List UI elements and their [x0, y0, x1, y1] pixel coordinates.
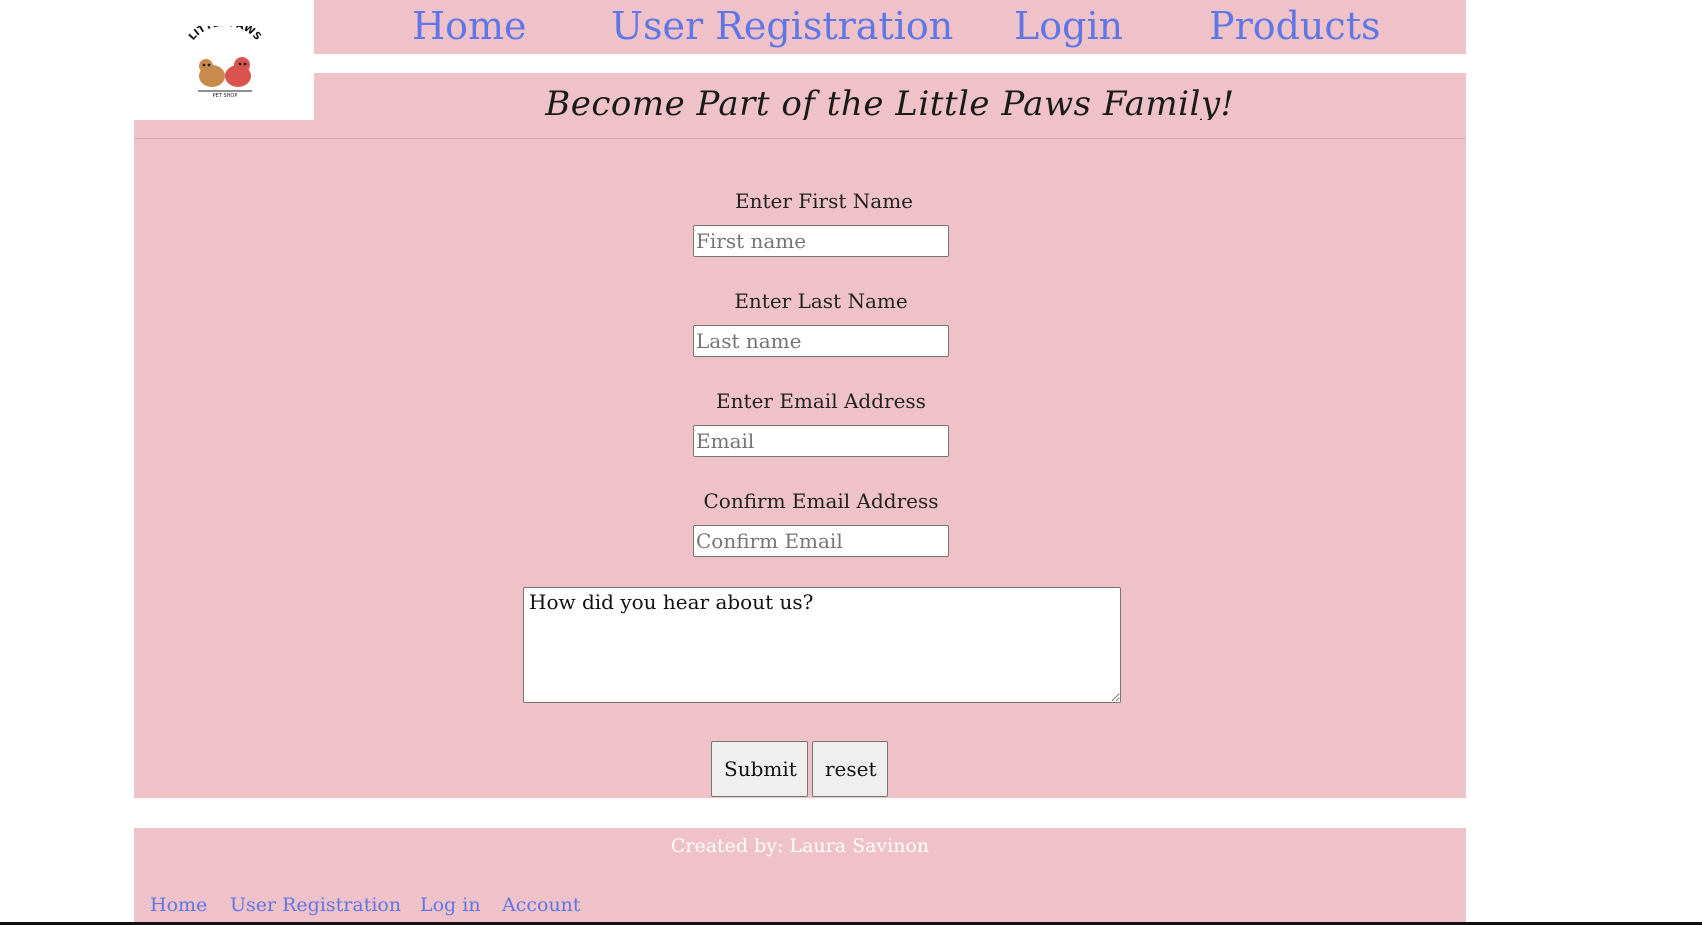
confirm-email-input[interactable]	[693, 525, 949, 557]
svg-text:LITTLE PAWS: LITTLE PAWS	[187, 26, 263, 43]
registration-panel: Enter First Name Enter Last Name Enter E…	[134, 120, 1466, 798]
footer: Created by: Laura Savinon Home User Regi…	[134, 828, 1466, 925]
logo[interactable]: LITTLE PAWS PET SHOP	[134, 0, 314, 120]
how-did-you-hear-textarea[interactable]: How did you hear about us?	[523, 587, 1121, 703]
email-label: Enter Email Address	[716, 389, 926, 413]
nav-login-link[interactable]: Login	[1014, 2, 1123, 50]
confirm-email-label: Confirm Email Address	[703, 489, 939, 513]
svg-text:PET SHOP: PET SHOP	[213, 93, 238, 98]
nav-user-registration-link[interactable]: User Registration	[611, 2, 953, 50]
footer-home-link[interactable]: Home	[150, 892, 207, 918]
submit-button[interactable]: Submit	[711, 741, 808, 797]
footer-user-registration-link[interactable]: User Registration	[230, 892, 401, 918]
nav-home-link[interactable]: Home	[412, 2, 527, 50]
nav-products-link[interactable]: Products	[1209, 2, 1380, 50]
divider	[134, 138, 1466, 139]
first-name-label: Enter First Name	[735, 189, 913, 213]
footer-login-link[interactable]: Log in	[420, 892, 481, 918]
footer-account-link[interactable]: Account	[502, 892, 581, 918]
last-name-label: Enter Last Name	[734, 289, 908, 313]
page: LITTLE PAWS PET SHOP Home User Registrat…	[0, 0, 1702, 925]
first-name-input[interactable]	[693, 225, 949, 257]
last-name-input[interactable]	[693, 325, 949, 357]
little-paws-logo-icon: LITTLE PAWS PET SHOP	[187, 26, 263, 98]
top-nav: Home User Registration Login Products	[314, 0, 1466, 54]
reset-button[interactable]: reset	[812, 741, 888, 797]
email-input[interactable]	[693, 425, 949, 457]
footer-credit: Created by: Laura Savinon	[670, 835, 930, 857]
